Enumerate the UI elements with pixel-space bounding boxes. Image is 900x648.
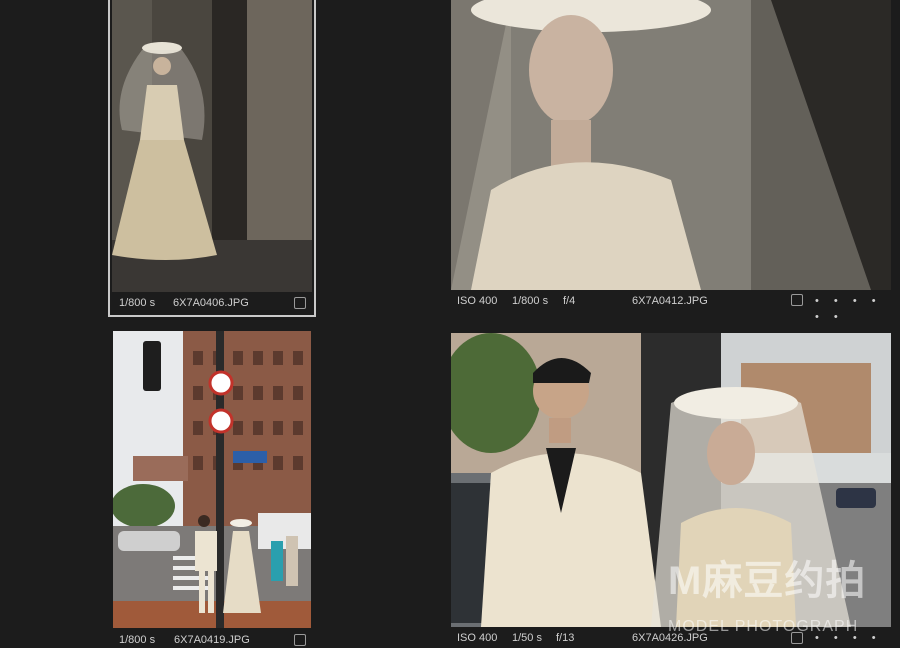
photo-image-3 <box>113 331 311 628</box>
file-name: 6X7A0406.JPG <box>173 297 249 309</box>
select-checkbox-1[interactable] <box>294 297 306 309</box>
photo-thumbnail-2[interactable] <box>451 0 891 290</box>
select-checkbox-3[interactable] <box>294 634 306 646</box>
photo-image-4 <box>451 333 891 627</box>
photo-image-1 <box>112 0 312 292</box>
shutter-speed: 1/800 s <box>119 634 156 646</box>
photo-meta-1: 1/800 s 6X7A0406.JPG <box>112 295 312 311</box>
file-name: 6X7A0426.JPG <box>632 632 708 644</box>
aperture-value: f/13 <box>556 632 575 644</box>
photo-image-2 <box>451 0 891 290</box>
aperture-value: f/4 <box>563 295 576 307</box>
iso-value: ISO 400 <box>457 295 498 307</box>
iso-value: ISO 400 <box>457 632 498 644</box>
more-options-icon-2[interactable]: • • • • • • <box>815 630 900 648</box>
photo-thumbnail-4[interactable] <box>451 333 891 627</box>
shutter-speed: 1/800 s <box>512 295 549 307</box>
select-checkbox-2[interactable] <box>791 294 803 306</box>
photo-thumbnail-1[interactable] <box>112 0 312 292</box>
shutter-speed: 1/50 s <box>512 632 542 644</box>
select-checkbox-4[interactable] <box>791 632 803 644</box>
photo-meta-3: 1/800 s 6X7A0419.JPG <box>112 632 312 648</box>
photo-thumbnail-3[interactable] <box>113 331 311 628</box>
file-name: 6X7A0412.JPG <box>632 295 708 307</box>
more-options-icon[interactable]: • • • • • • <box>815 293 900 325</box>
shutter-speed: 1/800 s <box>119 297 156 309</box>
file-name: 6X7A0419.JPG <box>174 634 250 646</box>
